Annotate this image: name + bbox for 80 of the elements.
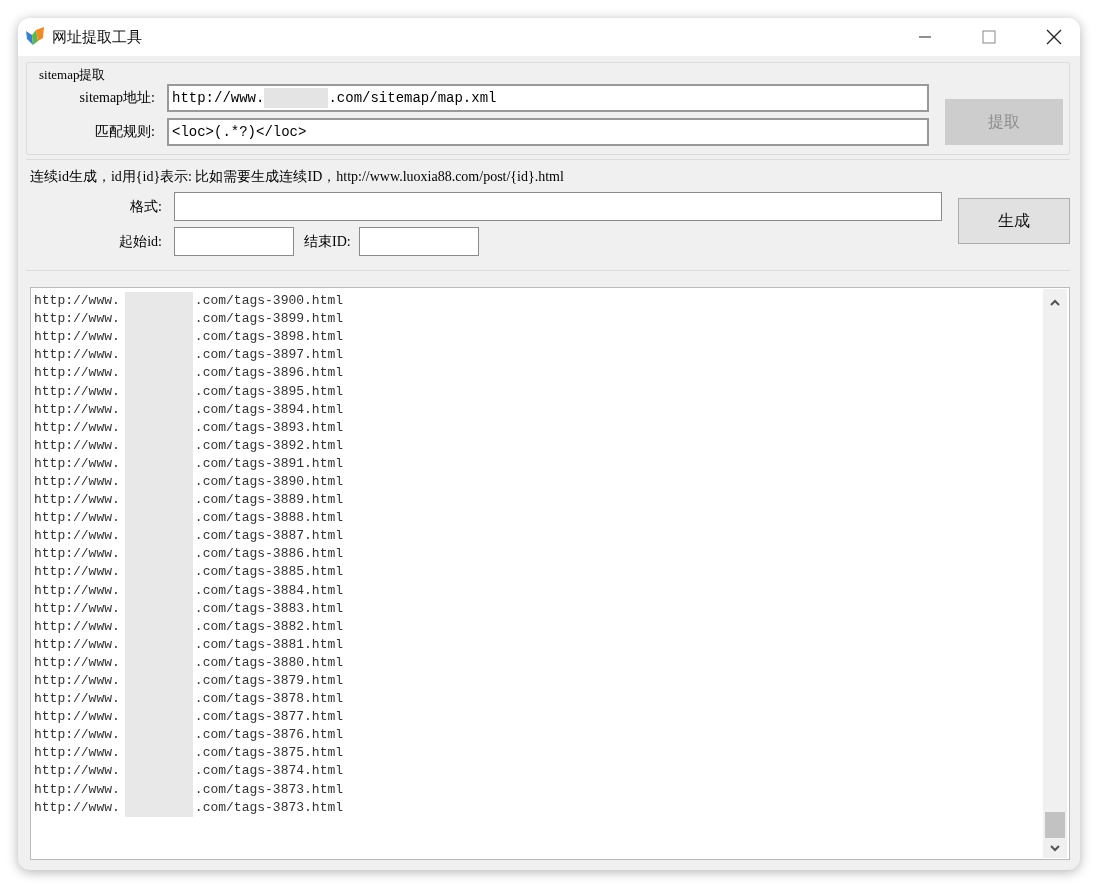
url-text: http://www. — [34, 510, 120, 527]
url-text: .com/tags-3889.html — [194, 492, 344, 509]
url-text: .com/tags-3887.html — [194, 528, 344, 545]
url-text: .com/tags-3883.html — [194, 600, 344, 617]
url-text: http://www. — [34, 582, 120, 599]
field-label: sitemap地址: — [78, 89, 156, 107]
url-text: http://www. — [34, 691, 120, 708]
url-text: .com/tags-3890.html — [194, 474, 344, 490]
url-text: .com/tags-3874.html — [194, 763, 344, 780]
url-field[interactable]: http://www. .com/sitemap/map.xml — [167, 84, 929, 112]
url-text: http://www. — [34, 763, 120, 780]
maximize-icon[interactable] — [982, 30, 996, 44]
redaction-block — [264, 88, 329, 108]
url-text: http://www. — [34, 492, 120, 509]
field-label: 匹配规则: — [94, 123, 156, 141]
url-text: http://www. — [34, 781, 120, 798]
url-text: http://www. — [34, 709, 120, 726]
url-text: .com/tags-3873.html — [194, 799, 344, 816]
url-text: http://www. — [34, 311, 120, 328]
url-text: .com/tags-3877.html — [194, 709, 344, 726]
rule-field[interactable]: <loc>(.*?)</loc> — [167, 118, 929, 146]
hint-text: 连续id生成，id用{id}表示: 比如需要生成连续ID，http://www.luoxia88.com/post/{id}.html — [30, 168, 565, 186]
url-text: http://www. — [34, 636, 120, 653]
url-text: .com/tags-3897.html — [194, 347, 344, 364]
url-text: .com/tags-3891.html — [194, 455, 344, 472]
url-text: http://www. — [34, 546, 120, 563]
url-text: http://www. — [34, 437, 120, 454]
url-text: http://www. — [34, 618, 120, 635]
start-id-field[interactable] — [174, 227, 294, 256]
app-logo-icon — [24, 27, 46, 47]
group-title: sitemap提取 — [39, 66, 106, 84]
url-text: .com/tags-3895.html — [194, 383, 344, 400]
url-text: http://www. — [34, 293, 120, 310]
url-text: .com/tags-3896.html — [194, 365, 344, 382]
url-text: http://www. — [34, 347, 120, 364]
url-text: http://www. — [34, 745, 120, 762]
url-text: .com/tags-3880.html — [194, 654, 344, 671]
url-text: .com/tags-3876.html — [194, 727, 344, 744]
close-icon[interactable] — [1046, 29, 1062, 45]
end-id-field[interactable] — [358, 227, 479, 256]
scroll-up-icon[interactable] — [1049, 299, 1061, 307]
url-text: http://www. — [34, 799, 120, 816]
url-text: http://www. — [34, 654, 120, 671]
url-text: http://www. — [34, 673, 120, 689]
url-text: http://www. — [34, 419, 120, 436]
field-label: 格式: — [129, 197, 163, 216]
url-text: .com/tags-3884.html — [194, 582, 344, 599]
url-text: http://www. — [34, 564, 120, 581]
url-text: .com/tags-3898.html — [194, 329, 344, 346]
url-text: http://www. — [34, 401, 120, 418]
url-text: .com/tags-3879.html — [194, 673, 344, 689]
url-text: .com/tags-3882.html — [194, 618, 344, 635]
url-text: http://www. — [34, 474, 120, 490]
url-text: http://www. — [34, 600, 120, 617]
url-text: http://www. — [34, 383, 120, 400]
url-text: http://www. — [34, 365, 120, 382]
url-text: .com/tags-3885.html — [194, 564, 344, 581]
url-text: http://www. — [34, 455, 120, 472]
url-text: .com/tags-3886.html — [194, 546, 344, 563]
url-text: .com/tags-3875.html — [194, 745, 344, 762]
scroll-thumb[interactable] — [1045, 812, 1065, 838]
field-label: 结束ID: — [304, 232, 351, 251]
url-text: .com/tags-3873.html — [194, 781, 344, 798]
url-text: .com/tags-3899.html — [194, 311, 344, 328]
url-text: .com/tags-3881.html — [194, 636, 344, 653]
scroll-down-icon[interactable] — [1049, 844, 1061, 852]
url-text: .com/tags-3892.html — [194, 437, 344, 454]
format-field[interactable] — [174, 192, 942, 221]
url-text: http://www. — [34, 329, 120, 346]
url-text: http://www. — [34, 528, 120, 545]
url-text: .com/tags-3894.html — [194, 401, 344, 418]
url-text: .com/tags-3888.html — [194, 510, 344, 527]
scrollbar[interactable] — [1043, 289, 1067, 858]
url-text: .com/tags-3893.html — [194, 419, 344, 436]
window-title: 网址提取工具 — [52, 27, 142, 47]
generate-button[interactable]: 生成 — [958, 198, 1070, 244]
url-text: http://www. — [34, 727, 120, 744]
url-text: .com/tags-3878.html — [194, 691, 344, 708]
field-label: 起始id: — [118, 232, 163, 251]
url-text: .com/tags-3900.html — [194, 293, 344, 310]
